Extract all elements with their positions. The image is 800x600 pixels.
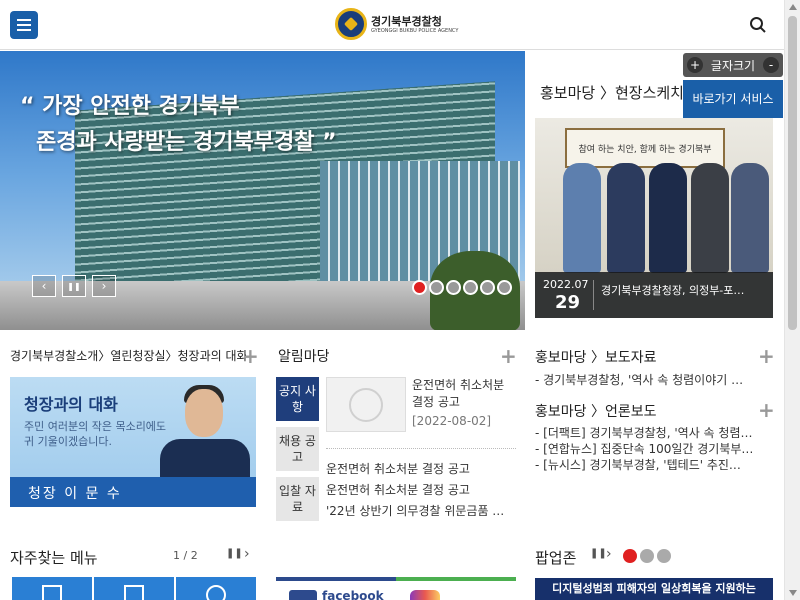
hero-dot[interactable] bbox=[480, 280, 495, 295]
popup-dot[interactable] bbox=[657, 549, 671, 563]
hero-dot[interactable] bbox=[497, 280, 512, 295]
media-item[interactable]: - [뉴시스] 경기북부경찰, '텝테드' 추진… bbox=[535, 457, 775, 473]
photo-person bbox=[649, 163, 687, 273]
media-item[interactable]: - [더팩트] 경기북부경찰청, '역사 속 청렴… bbox=[535, 425, 775, 441]
media-section-title[interactable]: 홍보마당 〉언론보도 bbox=[535, 401, 657, 421]
logo-subtitle: GYEONGGI BUKBU POLICE AGENCY bbox=[371, 27, 459, 34]
notice-featured-date: [2022-08-02] bbox=[412, 414, 492, 428]
press-list: - 경기북부경찰청, '역사 속 청렴이야기 … bbox=[535, 372, 775, 388]
shortcut-service-button[interactable]: 바로가기 서비스 bbox=[683, 80, 783, 118]
caption-divider bbox=[593, 280, 594, 310]
police-emblem-icon bbox=[335, 8, 367, 40]
freq-menu-tile[interactable] bbox=[94, 577, 174, 600]
tab-bid[interactable]: 입찰 자료 bbox=[276, 477, 319, 521]
chief-more-icon[interactable]: + bbox=[242, 346, 259, 366]
freq-pause-icon[interactable]: ❚❚ bbox=[226, 548, 243, 559]
facebook-label[interactable]: facebook bbox=[322, 589, 384, 600]
freq-menu-tile[interactable] bbox=[176, 577, 256, 600]
notice-item[interactable]: 운전면허 취소처분 결정 공고 bbox=[326, 481, 516, 498]
chief-photo-face bbox=[185, 389, 223, 437]
font-decrease-button[interactable]: - bbox=[762, 57, 779, 73]
search-icon[interactable] bbox=[749, 16, 767, 34]
page-scrollbar[interactable] bbox=[784, 0, 800, 600]
popup-pause-icon[interactable]: ❚❚ bbox=[590, 548, 607, 559]
hero-slogan: “ 가장 안전한 경기북부 존경과 사랑받는 경기북부경찰 ” bbox=[20, 89, 337, 161]
photo-frame: 참여 하는 치안, 함께 하는 경기북부 bbox=[565, 128, 725, 168]
hero-dot[interactable] bbox=[446, 280, 461, 295]
photo-person bbox=[731, 163, 769, 273]
hero-dot[interactable] bbox=[463, 280, 478, 295]
font-increase-button[interactable]: + bbox=[687, 57, 703, 73]
tab-recruit[interactable]: 채용 공고 bbox=[276, 427, 319, 471]
hero-next-button[interactable]: › bbox=[92, 275, 116, 297]
font-size-panel: + 글자크기 - bbox=[683, 53, 783, 77]
media-list: - [더팩트] 경기북부경찰청, '역사 속 청렴… - [연합뉴스] 집중단속… bbox=[535, 425, 775, 473]
press-section-title[interactable]: 홍보마당 〉보도자료 bbox=[535, 347, 657, 367]
notice-divider bbox=[326, 448, 516, 449]
hero-pagination bbox=[412, 280, 512, 295]
promo-photo-card[interactable]: 참여 하는 치안, 함께 하는 경기북부 2022.07 29 경기북부경찰청장… bbox=[535, 118, 773, 318]
freq-next-icon[interactable]: › bbox=[244, 546, 250, 562]
photo-person bbox=[691, 163, 729, 273]
freq-menu-pager: 1 / 2 bbox=[173, 549, 198, 562]
search-icon bbox=[206, 585, 226, 600]
freq-menu-tile[interactable] bbox=[12, 577, 92, 600]
emblem-watermark-icon bbox=[349, 387, 383, 422]
photo-caption: 2022.07 29 경기북부경찰청장, 의정부-포… bbox=[535, 272, 773, 318]
trophy-icon bbox=[42, 585, 62, 600]
notice-section-title[interactable]: 알림마당 bbox=[278, 346, 330, 366]
font-size-label: 글자크기 bbox=[710, 58, 756, 73]
chief-breadcrumb[interactable]: 경기북부경찰소개〉열린청장실〉청장과의 대화 bbox=[10, 347, 246, 364]
notice-featured-title[interactable]: 운전면허 취소처분 결정 공고 bbox=[412, 377, 517, 411]
slogan-line-2: 존경과 사랑받는 경기북부경찰 ” bbox=[36, 130, 337, 155]
caption-day: 29 bbox=[555, 292, 581, 313]
media-item[interactable]: - [연합뉴스] 집중단속 100일간 경기북부… bbox=[535, 441, 775, 457]
chief-banner-desc: 주민 여러분의 작은 목소리에도 귀 기울이겠습니다. bbox=[24, 420, 167, 448]
popup-next-icon[interactable]: › bbox=[606, 546, 612, 562]
scroll-down-icon[interactable] bbox=[789, 590, 797, 596]
notice-item[interactable]: 운전면허 취소처분 결정 공고 bbox=[326, 460, 516, 477]
site-logo[interactable]: 경기북부경찰청 GYEONGGI BUKBU POLICE AGENCY bbox=[335, 8, 458, 40]
sns-tab-bar bbox=[276, 577, 516, 581]
caption-text: 경기북부경찰청장, 의정부-포… bbox=[601, 284, 745, 297]
scroll-up-icon[interactable] bbox=[789, 4, 797, 10]
scroll-thumb[interactable] bbox=[788, 16, 797, 330]
notice-more-icon[interactable]: + bbox=[500, 346, 517, 366]
media-more-icon[interactable]: + bbox=[758, 400, 775, 420]
popup-dot[interactable] bbox=[640, 549, 654, 563]
press-item[interactable]: - 경기북부경찰청, '역사 속 청렴이야기 … bbox=[535, 372, 775, 388]
site-header: 경기북부경찰청 GYEONGGI BUKBU POLICE AGENCY bbox=[0, 0, 784, 50]
keyboard-icon bbox=[124, 585, 144, 600]
facebook-icon[interactable] bbox=[289, 590, 317, 600]
photo-person bbox=[607, 163, 645, 273]
popup-zone-title: 팝업존 bbox=[535, 549, 577, 567]
chief-dialogue-banner[interactable]: 청장과의 대화 주민 여러분의 작은 목소리에도 귀 기울이겠습니다. 청장 이… bbox=[10, 377, 256, 507]
hero-dot[interactable] bbox=[412, 280, 427, 295]
logo-title: 경기북부경찰청 bbox=[371, 14, 442, 28]
chief-banner-title: 청장과의 대화 bbox=[24, 395, 118, 414]
hero-prev-button[interactable]: ‹ bbox=[32, 275, 56, 297]
instagram-icon[interactable] bbox=[410, 590, 440, 600]
chief-name: 청장 이 문 수 bbox=[28, 486, 122, 502]
promo-section-title[interactable]: 홍보마당 〉현장스케치 bbox=[540, 82, 684, 103]
popup-pagination bbox=[623, 549, 671, 563]
tab-notice[interactable]: 공지 사항 bbox=[276, 377, 319, 421]
popup-dot[interactable] bbox=[623, 549, 637, 563]
freq-menu-title: 자주찾는 메뉴 bbox=[10, 549, 98, 567]
hero-pause-button[interactable]: ❚❚ bbox=[62, 275, 86, 297]
notice-thumbnail[interactable] bbox=[326, 377, 406, 432]
notice-item[interactable]: '22년 상반기 의무경찰 위문금품 … bbox=[326, 502, 516, 519]
slogan-line-1: “ 가장 안전한 경기북부 bbox=[20, 94, 240, 119]
photo-person bbox=[563, 163, 601, 273]
popup-banner[interactable]: 디지털성범죄 피해자의 일상회복을 지원하는 bbox=[535, 578, 773, 600]
hero-dot[interactable] bbox=[429, 280, 444, 295]
press-more-icon[interactable]: + bbox=[758, 346, 775, 366]
caption-month: 2022.07 bbox=[543, 278, 589, 291]
hamburger-menu-icon[interactable] bbox=[10, 11, 38, 39]
